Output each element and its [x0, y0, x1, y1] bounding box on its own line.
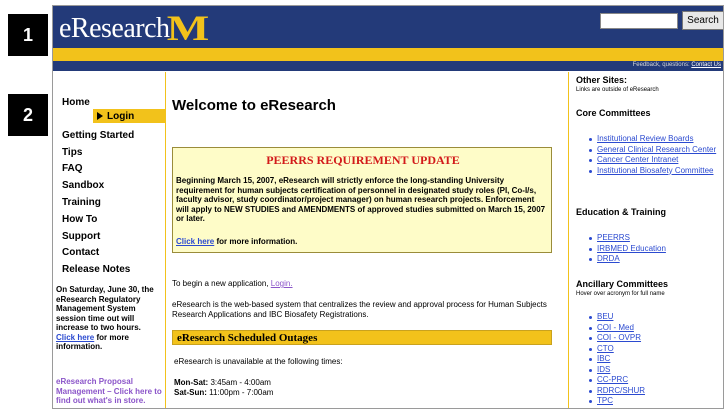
site-header: eResearch M Search: [53, 6, 723, 48]
eresearch-logo[interactable]: eResearch M: [59, 8, 209, 48]
link-institutional-review-boards[interactable]: Institutional Review Boards: [589, 134, 721, 145]
login-link[interactable]: Login.: [271, 279, 293, 288]
link-institutional-biosafety-committee[interactable]: Institutional Biosafety Committee: [589, 166, 721, 177]
link-ibc[interactable]: IBC: [589, 354, 721, 365]
other-sites-note: Links are outside of eResearch: [576, 87, 659, 93]
peerrs-title: PEERRS REQUIREMENT UPDATE: [266, 153, 460, 167]
nav-training[interactable]: Training: [62, 197, 101, 209]
outage-weekday-label: Mon-Sat:: [174, 378, 209, 387]
link-drda[interactable]: DRDA: [589, 254, 721, 265]
nav-release-notes[interactable]: Release Notes: [62, 264, 130, 276]
nav-login-label: Login: [107, 110, 135, 122]
search-input[interactable]: [600, 13, 678, 29]
outage-weekend-row: Sat-Sun: 11:00pm - 7:00am: [174, 388, 273, 398]
education-training-heading: Education & Training: [576, 207, 667, 217]
feedback-text: Feedback, questions:: [632, 62, 690, 68]
search-button[interactable]: Search: [682, 11, 723, 30]
nav-getting-started[interactable]: Getting Started: [62, 130, 134, 142]
link-coi-med[interactable]: COI - Med: [589, 323, 721, 334]
nav-how-to[interactable]: How To: [62, 214, 97, 226]
feedback-line: Feedback, questions: Contact Us: [633, 61, 721, 70]
ancillary-committees-heading: Ancillary Committees: [576, 279, 669, 289]
peerrs-body: Beginning March 15, 2007, eResearch will…: [176, 176, 546, 223]
session-notice-text: On Saturday, June 30, the eResearch Regu…: [56, 285, 154, 332]
contact-us-link[interactable]: Contact Us: [691, 62, 721, 68]
session-notice-link[interactable]: Click here: [56, 333, 94, 342]
link-peerrs[interactable]: PEERRS: [589, 233, 721, 244]
peerrs-more-info: Click here for more information.: [176, 237, 297, 246]
header-maize-band: [53, 48, 723, 61]
outage-weekday-time: 3:45am - 4:00am: [210, 378, 271, 387]
education-training-list: PEERRS IRBMED Education DRDA: [589, 233, 721, 265]
link-rdrc-shur[interactable]: RDRC/SHUR: [589, 386, 721, 397]
core-committees-heading: Core Committees: [576, 108, 651, 118]
logo-text: eResearch: [59, 13, 170, 44]
step-badge-1: 1: [8, 14, 48, 56]
outage-times: Mon-Sat: 3:45am - 4:00am Sat-Sun: 11:00p…: [174, 378, 273, 398]
proposal-management-link[interactable]: eResearch Proposal Management – Click he…: [56, 377, 162, 406]
link-irbmed-education[interactable]: IRBMED Education: [589, 244, 721, 255]
peerrs-click-here-link[interactable]: Click here: [176, 237, 214, 246]
link-cancer-center-intranet[interactable]: Cancer Center Intranet: [589, 155, 721, 166]
header-navy-band: [53, 61, 723, 71]
link-tpc[interactable]: TPC: [589, 396, 721, 407]
block-m-icon: M: [166, 8, 209, 48]
nav-faq[interactable]: FAQ: [62, 163, 83, 175]
begin-text: To begin a new application,: [172, 279, 269, 288]
ancillary-committees-note: Hover over acronym for full name: [576, 291, 665, 297]
nav-sandbox[interactable]: Sandbox: [62, 180, 104, 192]
core-committees-list: Institutional Review Boards General Clin…: [589, 134, 721, 177]
nav-support[interactable]: Support: [62, 231, 100, 243]
link-cc-prc[interactable]: CC-PRC: [589, 375, 721, 386]
arrow-right-icon: [97, 112, 103, 120]
page-title: Welcome to eResearch: [172, 97, 336, 114]
begin-application-line: To begin a new application, Login.: [172, 279, 293, 288]
left-navigation: Home Login Getting Started Tips FAQ Sand…: [53, 72, 166, 408]
outage-weekend-label: Sat-Sun:: [174, 388, 207, 397]
browser-page: eResearch M Search Feedback, questions: …: [52, 5, 724, 409]
main-content: Welcome to eResearch PEERRS REQUIREMENT …: [166, 72, 556, 408]
other-sites-heading: Other Sites:: [576, 75, 628, 85]
link-coi-ovpr[interactable]: COI - OVPR: [589, 333, 721, 344]
outage-title: eResearch Scheduled Outages: [177, 332, 318, 344]
outage-intro: eResearch is unavailable at the followin…: [174, 357, 343, 366]
nav-contact[interactable]: Contact: [62, 247, 99, 259]
step-badge-2: 2: [8, 94, 48, 136]
peerrs-update-box: PEERRS REQUIREMENT UPDATE Beginning Marc…: [172, 147, 552, 253]
session-timeout-notice: On Saturday, June 30, the eResearch Regu…: [56, 285, 162, 352]
outage-weekend-time: 11:00pm - 7:00am: [209, 388, 274, 397]
outage-weekday-row: Mon-Sat: 3:45am - 4:00am: [174, 378, 273, 388]
link-general-clinical-research-center[interactable]: General Clinical Research Center: [589, 145, 721, 156]
peerrs-more-text: for more information.: [216, 237, 298, 246]
link-ids[interactable]: IDS: [589, 365, 721, 376]
nav-home[interactable]: Home: [62, 97, 90, 109]
nav-tips[interactable]: Tips: [62, 147, 82, 159]
right-sidebar: Other Sites: Links are outside of eResea…: [568, 72, 723, 408]
outage-header-bar: eResearch Scheduled Outages: [172, 330, 552, 345]
ancillary-committees-list: BEU COI - Med COI - OVPR CTO IBC IDS CC-…: [589, 312, 721, 407]
nav-login[interactable]: Login: [93, 109, 166, 123]
link-beu[interactable]: BEU: [589, 312, 721, 323]
intro-paragraph: eResearch is the web-based system that c…: [172, 300, 547, 319]
link-cto[interactable]: CTO: [589, 344, 721, 355]
